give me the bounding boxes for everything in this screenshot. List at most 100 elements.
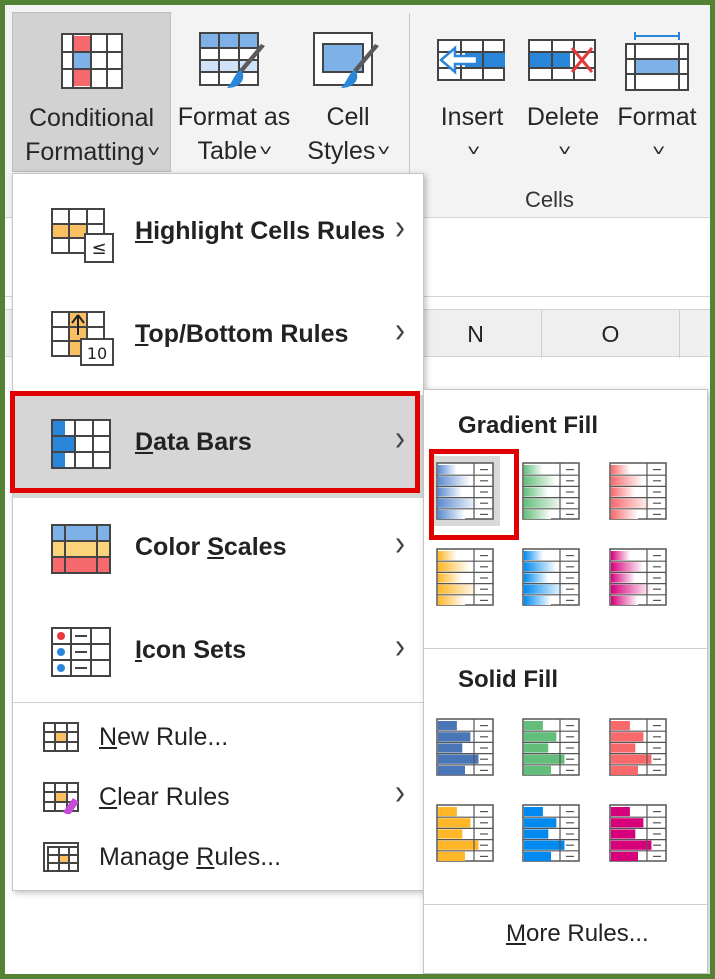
- chevron-down-icon: ˅: [652, 143, 666, 160]
- cell-styles-button[interactable]: Cell Styles ˅: [295, 12, 401, 172]
- menu-item-top-bottom-rules[interactable]: 10 Top/Bottom Rules ›: [13, 287, 423, 390]
- cell-styles-label-line1: Cell: [326, 103, 370, 131]
- data-bar: [524, 465, 543, 475]
- solid-fill-swatch[interactable]: [516, 712, 586, 782]
- column-header-o[interactable]: O: [541, 310, 679, 358]
- menu-item-icon-sets[interactable]: Icon Sets ›: [13, 603, 423, 706]
- conditional-formatting-label-line1: Conditional: [28, 104, 155, 132]
- solid-fill-data-bar-icon: [522, 804, 580, 862]
- gradient-fill-data-bar-icon: [522, 462, 580, 520]
- data-bar: [524, 743, 549, 753]
- data-bar: [438, 840, 479, 850]
- menu-item-color-scales[interactable]: Color Scales ›: [13, 500, 423, 603]
- data-bar: [524, 551, 543, 561]
- conditional-formatting-menu: ≤ Highlight Cells Rules › 10 Top/Bottom …: [12, 173, 424, 891]
- gradient-fill-swatch[interactable]: [603, 542, 673, 612]
- menu-item-manage-rules[interactable]: Manage Rules...: [13, 830, 423, 890]
- data-bar: [611, 840, 652, 850]
- data-bar: [438, 851, 465, 861]
- solid-fill-data-bar-icon: [609, 718, 667, 776]
- conditional-formatting-icon: [60, 33, 123, 89]
- data-bar: [611, 851, 638, 861]
- menu-item-label: lear Rules: [117, 783, 230, 811]
- cell-styles-icon: [313, 32, 379, 88]
- data-bar: [438, 754, 479, 764]
- gradient-fill-swatch[interactable]: [430, 542, 500, 612]
- format-cells-button[interactable]: Format ˅: [609, 12, 705, 172]
- data-bar: [524, 595, 551, 605]
- data-bar: [611, 754, 652, 764]
- solid-fill-data-bar-icon: [522, 718, 580, 776]
- data-bar: [438, 573, 463, 583]
- data-bar: [611, 551, 630, 561]
- menu-item-label: ew Rule...: [117, 723, 229, 751]
- cell-styles-label-line2: Styles: [307, 137, 376, 165]
- submenu-separator: [424, 648, 707, 649]
- data-bar: [611, 584, 652, 594]
- solid-fill-swatch[interactable]: [516, 798, 586, 868]
- data-bar: [524, 818, 557, 828]
- menu-item-label: op/Bottom Rules: [148, 320, 349, 348]
- data-bar: [524, 487, 549, 497]
- manage-rules-icon: [43, 842, 79, 872]
- solid-fill-swatch[interactable]: [603, 798, 673, 868]
- accelerator-key: M: [506, 920, 526, 947]
- data-bar: [611, 807, 630, 817]
- chevron-right-icon: ›: [395, 523, 405, 564]
- menu-item-clear-rules[interactable]: Clear Rules ›: [13, 770, 423, 830]
- chevron-right-icon: ›: [395, 207, 405, 248]
- gradient-fill-swatch[interactable]: [516, 542, 586, 612]
- data-bar: [611, 829, 636, 839]
- gradient-fill-heading: Gradient Fill: [458, 412, 599, 439]
- data-bar: [438, 551, 457, 561]
- conditional-formatting-label-line2: Formatting: [25, 138, 145, 166]
- solid-fill-swatch[interactable]: [430, 798, 500, 868]
- solid-fill-data-bar-icon: [609, 804, 667, 862]
- gradient-fill-swatch[interactable]: [603, 456, 673, 526]
- svg-text:≤: ≤: [91, 238, 106, 259]
- data-bar: [524, 562, 557, 572]
- chevron-right-icon: ›: [395, 772, 405, 813]
- chevron-down-icon: ˅: [146, 144, 160, 161]
- gradient-fill-data-bar-icon: [522, 548, 580, 606]
- solid-fill-swatch[interactable]: [430, 712, 500, 782]
- data-bar: [611, 732, 644, 742]
- data-bar: [438, 562, 471, 572]
- chevron-right-icon: ›: [395, 626, 405, 667]
- format-as-table-label-line1: Format as: [177, 103, 291, 131]
- chevron-down-icon: ˅: [259, 143, 273, 160]
- data-bar: [611, 509, 638, 519]
- data-bar: [438, 829, 463, 839]
- data-bar: [524, 584, 565, 594]
- solid-fill-swatch[interactable]: [603, 712, 673, 782]
- insert-cells-icon: [437, 39, 505, 81]
- conditional-formatting-button[interactable]: Conditional Formatting ˅: [12, 12, 171, 172]
- gradient-fill-swatch[interactable]: [516, 456, 586, 526]
- clear-rules-icon: [43, 782, 79, 814]
- gradient-fill-data-bar-icon: [609, 462, 667, 520]
- insert-cells-button[interactable]: Insert ˅: [429, 12, 515, 172]
- data-bar: [611, 743, 636, 753]
- menu-item-label: ighlight Cells Rules: [153, 217, 386, 245]
- data-bar: [438, 807, 457, 817]
- menu-item-highlight-cells-rules[interactable]: ≤ Highlight Cells Rules ›: [13, 184, 423, 287]
- format-as-table-button[interactable]: Format as Table ˅: [175, 12, 293, 172]
- column-header-next[interactable]: [679, 310, 710, 358]
- solid-fill-data-bar-icon: [436, 718, 494, 776]
- data-bar: [611, 818, 644, 828]
- delete-cells-button[interactable]: Delete ˅: [519, 12, 607, 172]
- chevron-down-icon: ˅: [558, 143, 572, 160]
- column-header-n[interactable]: N: [409, 310, 541, 358]
- more-rules-item[interactable]: More Rules...: [506, 920, 649, 948]
- format-cells-label: Format: [617, 103, 697, 131]
- data-bar: [611, 595, 638, 605]
- data-bar: [524, 509, 551, 519]
- accelerator-key: R: [196, 843, 215, 871]
- data-bar: [438, 595, 465, 605]
- data-bar: [524, 807, 543, 817]
- data-bar: [524, 721, 543, 731]
- menu-item-new-rule[interactable]: New Rule...: [13, 710, 423, 770]
- data-bar: [611, 721, 630, 731]
- data-bar: [524, 840, 565, 850]
- menu-separator: [13, 702, 423, 703]
